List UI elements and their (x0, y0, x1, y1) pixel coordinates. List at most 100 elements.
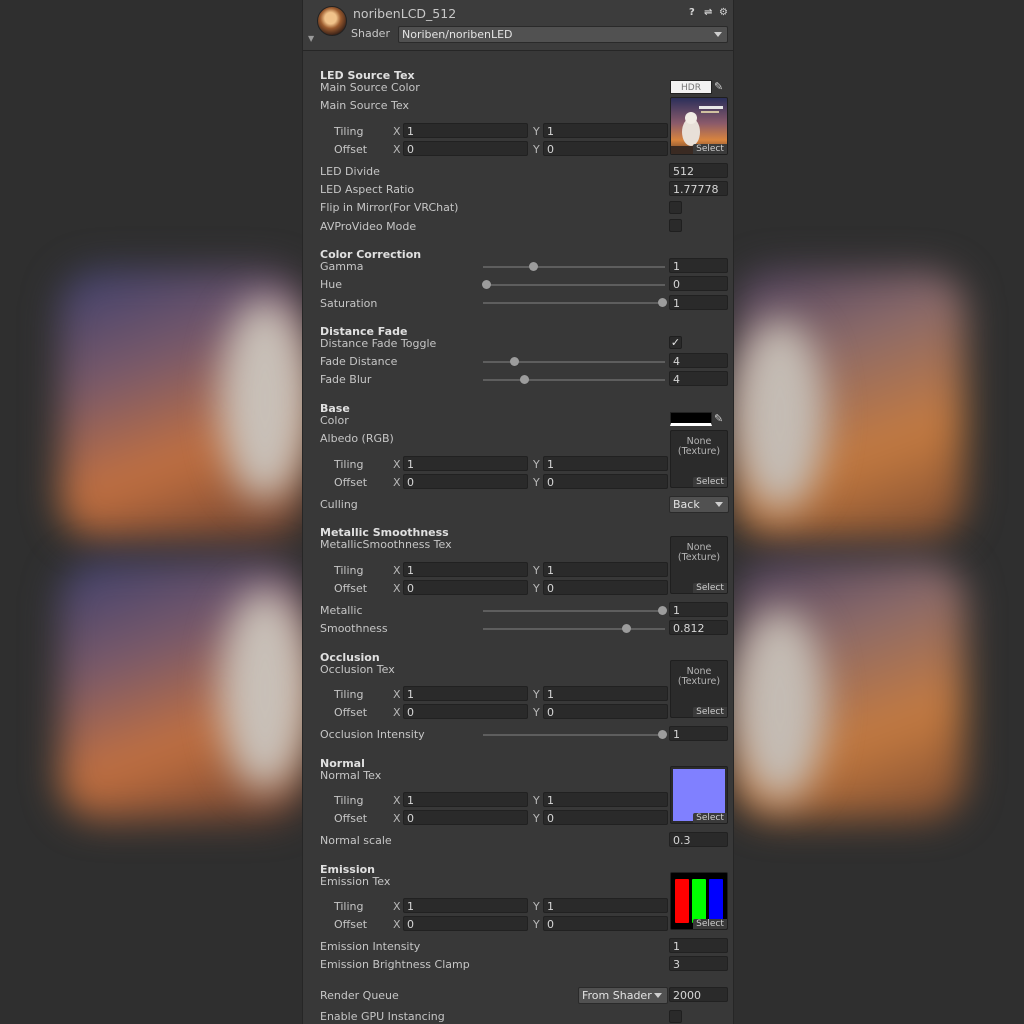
normal-select-button[interactable]: Select (693, 813, 727, 823)
chevron-down-icon (715, 502, 723, 507)
hue-field[interactable]: 0 (669, 276, 728, 291)
occlusion-intensity-field[interactable]: 1 (669, 726, 728, 741)
occlusion-tiling-x-field[interactable]: 1 (403, 686, 528, 701)
metallic-field[interactable]: 1 (669, 602, 728, 617)
led-offset-x-field[interactable]: 0 (403, 141, 528, 156)
normal-tiling-y-field[interactable]: 1 (543, 792, 668, 807)
led-tiling-y-field[interactable]: 1 (543, 123, 668, 138)
normal-offset-y-field[interactable]: 0 (543, 810, 668, 825)
normal-tiling-label: Tiling (334, 794, 364, 807)
fade-blur-slider-track[interactable] (483, 379, 665, 381)
normal-scale-field[interactable]: 0.3 (669, 832, 728, 847)
led-offset-label: Offset (334, 143, 368, 156)
culling-dropdown[interactable]: Back (669, 496, 729, 513)
gamma-slider-track[interactable] (483, 266, 665, 268)
led-tiling-x-field[interactable]: 1 (403, 123, 528, 138)
led-aspect-ratio-field[interactable]: 1.77778 (669, 181, 728, 196)
eyedropper-icon[interactable]: ✎ (714, 412, 723, 425)
shader-dropdown[interactable]: Noriben/noribenLED (398, 26, 728, 43)
led-offset-y-field[interactable]: 0 (543, 141, 668, 156)
fade-distance-slider-knob[interactable] (509, 357, 519, 366)
render-queue-field[interactable]: 2000 (669, 987, 728, 1002)
led-offset-y-label: Y (533, 143, 540, 156)
base-tiling-x-field[interactable]: 1 (403, 456, 528, 471)
main-source-tex-slot[interactable]: Select (670, 97, 728, 155)
inspector-header: ▼ noribenLCD_512 Shader Noriben/noribenL… (303, 0, 733, 51)
occlusion-intensity-slider-knob[interactable] (657, 730, 667, 739)
emission-tiling-x-field[interactable]: 1 (403, 898, 528, 913)
hue-slider-track[interactable] (483, 284, 665, 286)
metallic-empty-text: None (Texture) (677, 542, 721, 563)
fade-blur-slider-knob[interactable] (520, 375, 530, 384)
main-source-tex-select-button[interactable]: Select (693, 144, 727, 154)
base-offset-x-label: X (393, 476, 401, 489)
avpro-mode-checkbox[interactable] (669, 219, 682, 232)
led-tiling-label: Tiling (334, 125, 364, 138)
metallic-tiling-y-field[interactable]: 1 (543, 562, 668, 577)
emission-intensity-field[interactable]: 1 (669, 938, 728, 953)
metallic-tiling-x-field[interactable]: 1 (403, 562, 528, 577)
smoothness-slider-track[interactable] (483, 628, 665, 630)
gamma-field[interactable]: 1 (669, 258, 728, 273)
albedo-tex-slot[interactable]: None (Texture) Select (670, 430, 728, 488)
emission-tiling-y-field[interactable]: 1 (543, 898, 668, 913)
occlusion-empty-text: None (Texture) (677, 666, 721, 687)
occlusion-intensity-slider-track[interactable] (483, 734, 665, 736)
emission-clamp-field[interactable]: 3 (669, 956, 728, 971)
base-offset-x-field[interactable]: 0 (403, 474, 528, 489)
smoothness-slider-knob[interactable] (622, 624, 632, 633)
saturation-field[interactable]: 1 (669, 295, 728, 310)
base-tiling-y-field[interactable]: 1 (543, 456, 668, 471)
main-source-color-label: Main Source Color (320, 81, 420, 94)
metallic-slider-track[interactable] (483, 610, 665, 612)
main-source-color-swatch[interactable]: HDR (670, 80, 712, 94)
normal-scale-label: Normal scale (320, 834, 392, 847)
metallic-slider-knob[interactable] (657, 606, 667, 615)
led-divide-field[interactable]: 512 (669, 163, 728, 178)
smoothness-label: Smoothness (320, 622, 388, 635)
fade-distance-field[interactable]: 4 (669, 353, 728, 368)
gear-icon[interactable]: ⚙ (719, 7, 728, 18)
albedo-label: Albedo (RGB) (320, 432, 394, 445)
metallic-tex-slot[interactable]: None (Texture) Select (670, 536, 728, 594)
emission-offset-y-field[interactable]: 0 (543, 916, 668, 931)
metallic-offset-x-field[interactable]: 0 (403, 580, 528, 595)
metallic-offset-y-field[interactable]: 0 (543, 580, 668, 595)
smoothness-field[interactable]: 0.812 (669, 620, 728, 635)
normal-tex-slot[interactable]: Select (670, 766, 728, 824)
material-name: noribenLCD_512 (353, 6, 457, 21)
albedo-select-button[interactable]: Select (693, 477, 727, 487)
occlusion-select-button[interactable]: Select (693, 707, 727, 717)
preset-icon[interactable]: ⇌ (704, 7, 712, 18)
render-queue-mode-dropdown[interactable]: From Shader (578, 987, 668, 1004)
occlusion-tex-slot[interactable]: None (Texture) Select (670, 660, 728, 718)
shader-label: Shader (351, 27, 390, 40)
render-queue-label: Render Queue (320, 989, 399, 1002)
occlusion-offset-x-field[interactable]: 0 (403, 704, 528, 719)
saturation-slider-track[interactable] (483, 302, 665, 304)
normal-tex-label: Normal Tex (320, 769, 382, 782)
distance-fade-toggle-checkbox[interactable]: ✓ (669, 336, 682, 349)
saturation-slider-knob[interactable] (657, 298, 667, 307)
occlusion-tiling-y-field[interactable]: 1 (543, 686, 668, 701)
gamma-slider-knob[interactable] (529, 262, 539, 271)
normal-offset-x-field[interactable]: 0 (403, 810, 528, 825)
emission-select-button[interactable]: Select (693, 919, 727, 929)
occlusion-offset-y-field[interactable]: 0 (543, 704, 668, 719)
fade-blur-field[interactable]: 4 (669, 371, 728, 386)
gpu-instancing-label: Enable GPU Instancing (320, 1010, 445, 1023)
help-icon[interactable]: ? (689, 7, 695, 18)
flip-in-mirror-checkbox[interactable] (669, 201, 682, 214)
emission-tex-slot[interactable]: Select (670, 872, 728, 930)
metallic-offset-x-label: X (393, 582, 401, 595)
normal-tiling-x-field[interactable]: 1 (403, 792, 528, 807)
avpro-mode-label: AVProVideo Mode (320, 220, 417, 233)
gpu-instancing-checkbox[interactable] (669, 1010, 682, 1023)
eyedropper-icon[interactable]: ✎ (714, 80, 723, 93)
collapse-arrow-icon[interactable]: ▼ (308, 34, 314, 43)
base-offset-y-field[interactable]: 0 (543, 474, 668, 489)
metallic-select-button[interactable]: Select (693, 583, 727, 593)
hue-slider-knob[interactable] (481, 280, 491, 289)
emission-offset-x-field[interactable]: 0 (403, 916, 528, 931)
base-color-swatch[interactable] (670, 412, 712, 426)
